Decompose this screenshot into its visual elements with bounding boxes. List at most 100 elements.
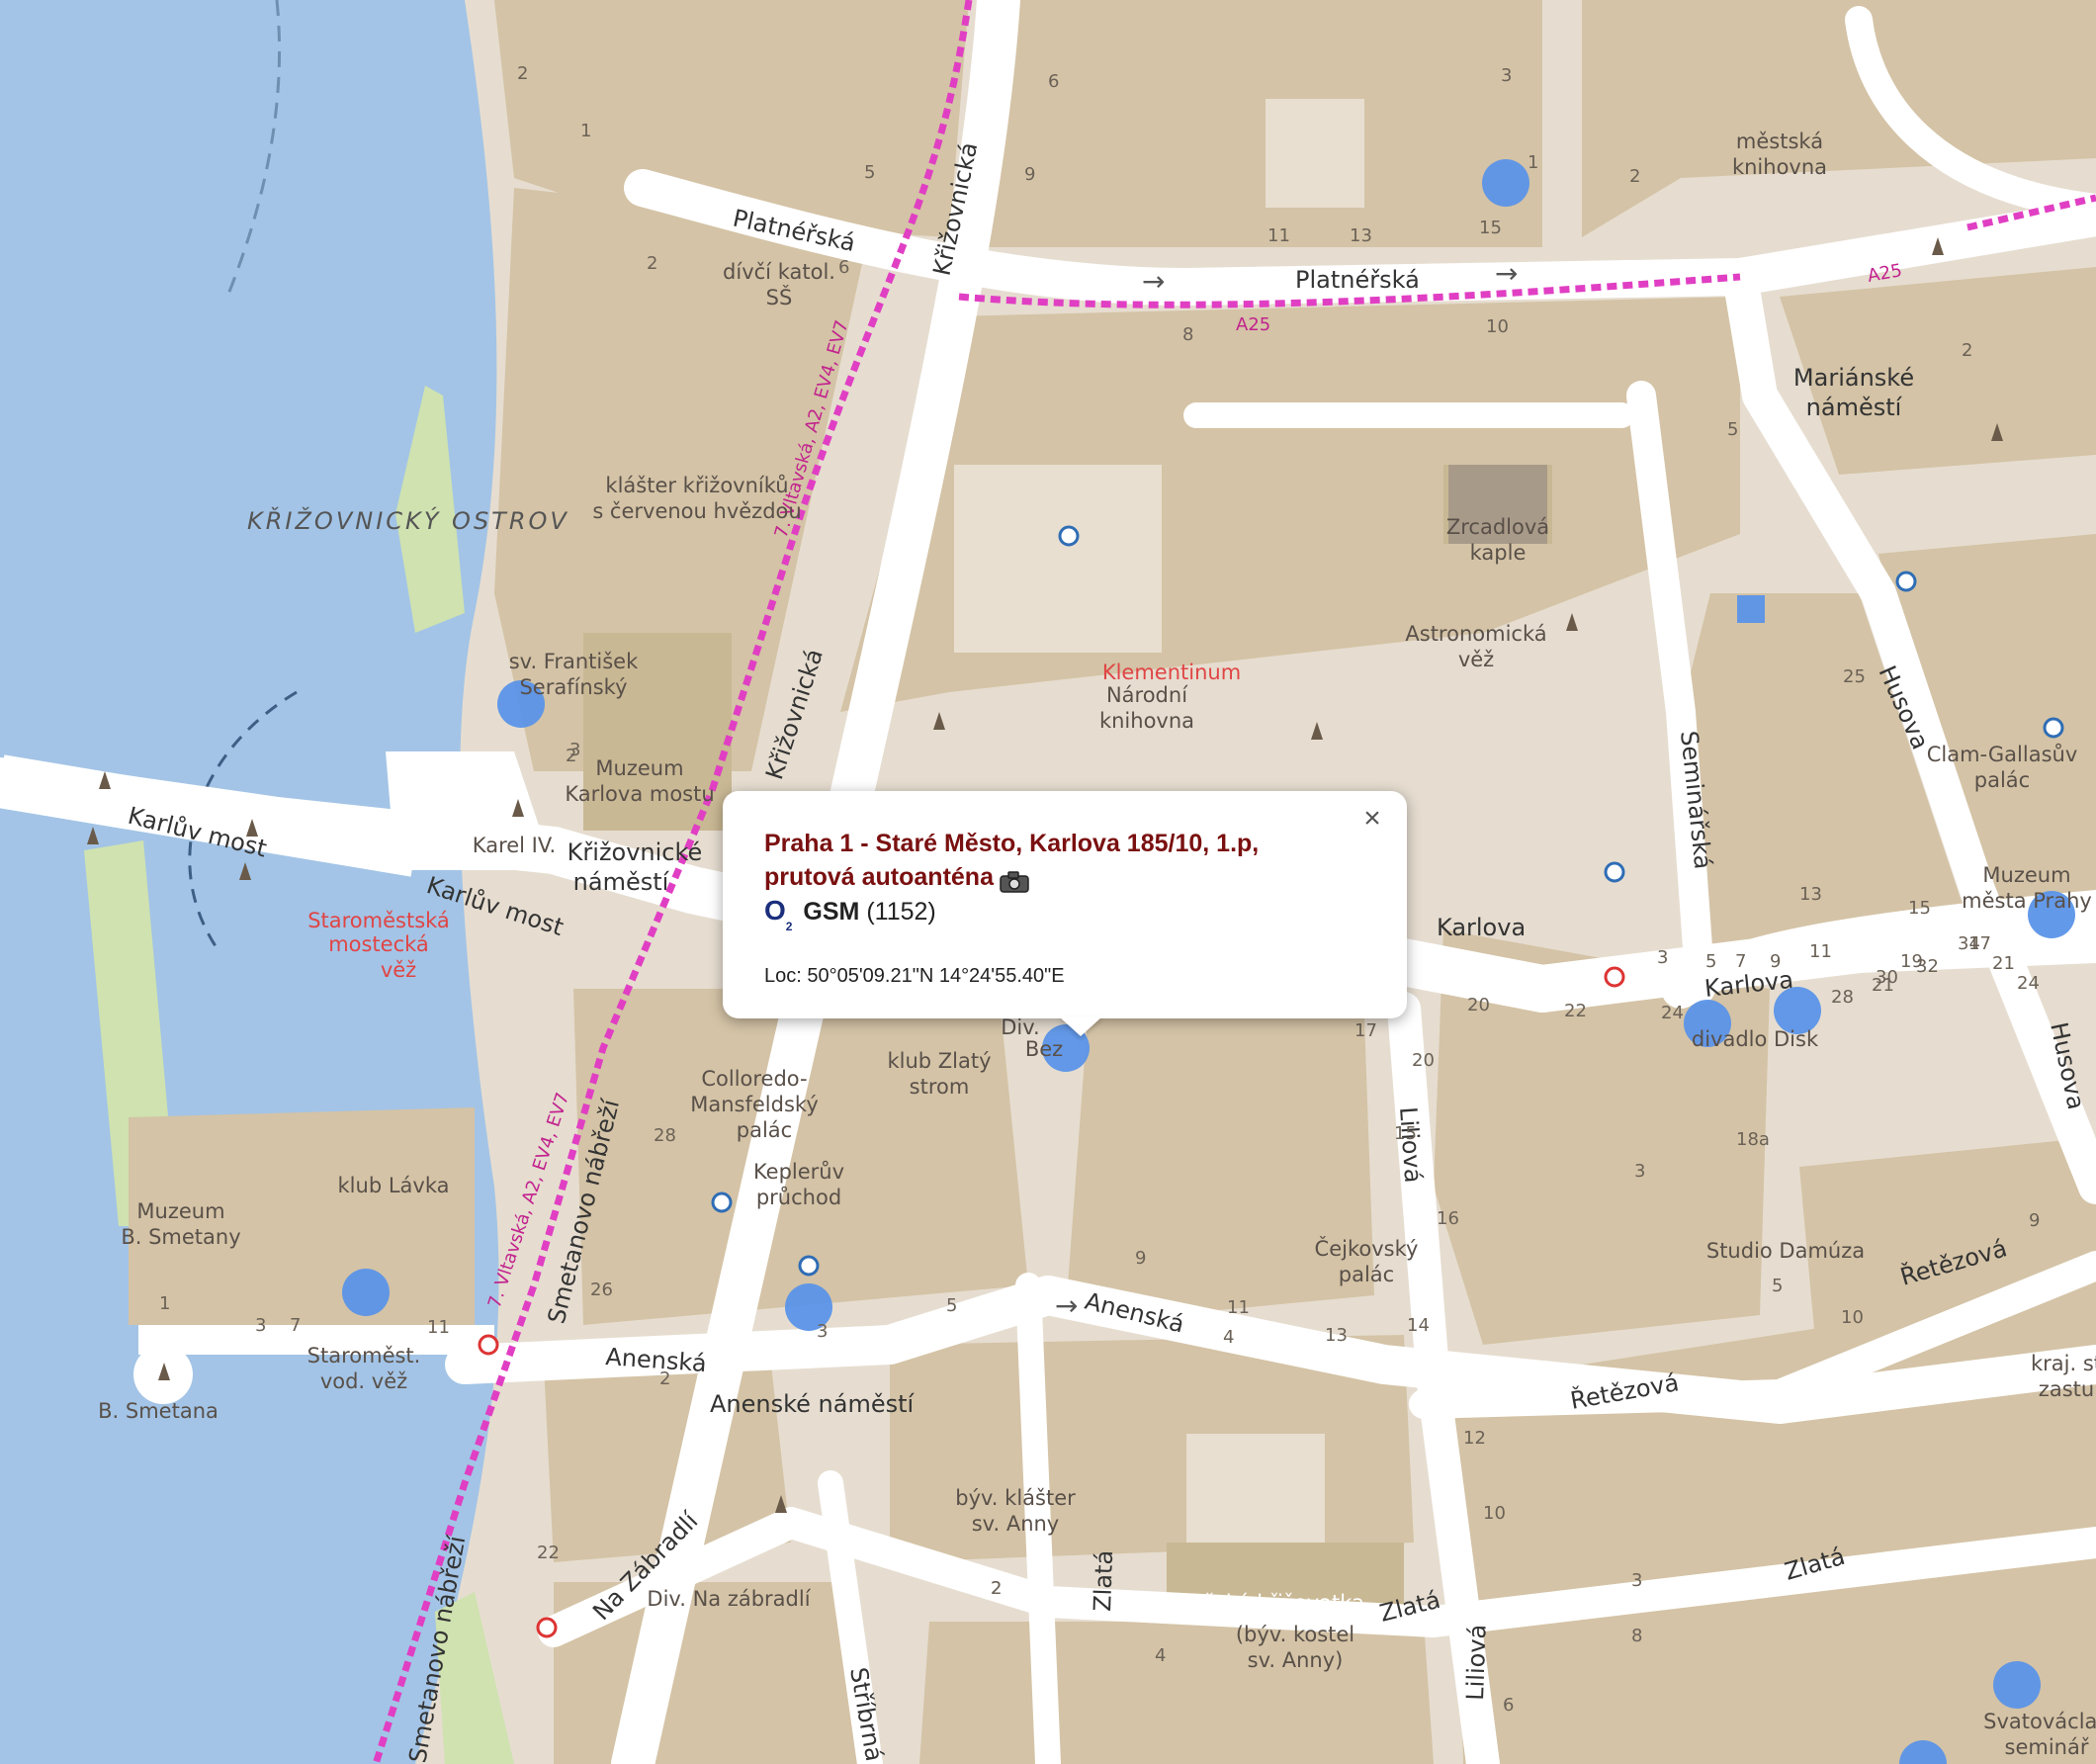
svg-text:2: 2 xyxy=(1962,340,1972,361)
svg-text:Platnéřská: Platnéřská xyxy=(1295,266,1420,294)
svg-text:Karel IV.: Karel IV. xyxy=(473,834,556,857)
svg-text:mostecká: mostecká xyxy=(328,932,429,956)
svg-text:Astronomická: Astronomická xyxy=(1405,622,1546,646)
label-krizovnicky-ostrov: KŘIŽOVNICKÝ OSTROV xyxy=(247,506,569,535)
antenna-info-popup: × Praha 1 - Staré Město, Karlova 185/10,… xyxy=(723,791,1407,1036)
svg-text:17: 17 xyxy=(1354,1020,1377,1041)
svg-text:Karlova mostu: Karlova mostu xyxy=(565,782,714,806)
svg-text:18a: 18a xyxy=(1736,1129,1770,1150)
svg-text:28: 28 xyxy=(1831,987,1854,1008)
svg-text:7: 7 xyxy=(1735,951,1746,972)
svg-text:26: 26 xyxy=(590,1279,613,1300)
svg-text:sv. František: sv. František xyxy=(509,650,639,673)
svg-text:7: 7 xyxy=(290,1315,301,1336)
poi-icon xyxy=(1604,861,1625,883)
svg-text:3: 3 xyxy=(1501,65,1512,86)
svg-text:knihovna: knihovna xyxy=(1099,709,1194,733)
svg-text:6: 6 xyxy=(1503,1695,1514,1716)
svg-text:10: 10 xyxy=(1483,1503,1506,1524)
svg-text:Pražská křižovatka: Pražská křižovatka xyxy=(1171,1591,1364,1615)
svg-text:9: 9 xyxy=(1024,164,1035,185)
svg-text:15: 15 xyxy=(1908,898,1931,919)
svg-text:Div. Na zábradlí: Div. Na zábradlí xyxy=(647,1587,811,1611)
svg-text:(býv. kostel: (býv. kostel xyxy=(1236,1623,1354,1646)
svg-text:4: 4 xyxy=(1155,1645,1166,1666)
svg-text:náměstí: náměstí xyxy=(1806,394,1903,421)
svg-text:věž: věž xyxy=(381,958,416,982)
network-count: (1152) xyxy=(866,898,936,926)
location-coordinates: Loc: 50°05'09.21"N 14°24'55.40"E xyxy=(764,965,1065,987)
svg-text:Keplerův: Keplerův xyxy=(753,1160,844,1184)
svg-text:palác: palác xyxy=(1339,1263,1394,1286)
svg-text:20: 20 xyxy=(1412,1050,1435,1071)
svg-text:2: 2 xyxy=(1629,166,1640,187)
svg-text:5: 5 xyxy=(1727,419,1738,440)
svg-text:13: 13 xyxy=(1350,225,1372,246)
svg-text:Muzeum: Muzeum xyxy=(595,756,683,780)
svg-text:1: 1 xyxy=(580,121,591,141)
svg-text:sv. Anny: sv. Anny xyxy=(972,1512,1060,1536)
svg-text:Muzeum: Muzeum xyxy=(1982,863,2070,887)
traffic-signal-icon xyxy=(1604,966,1625,988)
svg-text:11: 11 xyxy=(1227,1297,1250,1318)
svg-text:5: 5 xyxy=(1705,951,1716,972)
svg-text:Staroměst.: Staroměst. xyxy=(307,1344,421,1367)
svg-text:10: 10 xyxy=(1486,316,1509,337)
svg-text:10: 10 xyxy=(1841,1307,1864,1328)
svg-text:11: 11 xyxy=(1267,225,1290,246)
svg-text:palác: palác xyxy=(737,1118,792,1142)
svg-text:2: 2 xyxy=(659,1368,670,1389)
svg-text:Klementinum: Klementinum xyxy=(1102,661,1241,684)
svg-text:3: 3 xyxy=(255,1315,266,1336)
svg-text:9: 9 xyxy=(1770,951,1781,972)
svg-text:13: 13 xyxy=(1799,884,1822,905)
popup-pointer xyxy=(1059,1016,1102,1036)
poi-icon xyxy=(711,1191,733,1213)
svg-text:kaple: kaple xyxy=(1470,541,1527,565)
svg-text:B. Smetany: B. Smetany xyxy=(121,1225,240,1249)
svg-text:3: 3 xyxy=(1634,1161,1645,1182)
svg-text:5: 5 xyxy=(864,162,875,183)
svg-text:3: 3 xyxy=(569,740,580,760)
poi-icon xyxy=(798,1255,820,1277)
svg-text:15: 15 xyxy=(1479,218,1502,238)
svg-text:2: 2 xyxy=(647,253,657,274)
svg-text:14: 14 xyxy=(1407,1315,1430,1336)
camera-icon[interactable] xyxy=(1000,868,1029,894)
svg-text:21: 21 xyxy=(1992,953,2015,974)
svg-text:SŠ: SŠ xyxy=(766,285,793,309)
svg-text:Clam-Gallasův: Clam-Gallasův xyxy=(1927,743,2078,766)
svg-text:sv. Anny): sv. Anny) xyxy=(1248,1648,1344,1672)
svg-text:Serafínský: Serafínský xyxy=(519,675,627,699)
svg-text:Svatováclav: Svatováclav xyxy=(1983,1710,2096,1733)
svg-text:3: 3 xyxy=(1657,947,1668,968)
svg-text:Čejkovský: Čejkovský xyxy=(1315,1236,1419,1261)
svg-text:20: 20 xyxy=(1467,995,1490,1015)
svg-text:16: 16 xyxy=(1437,1208,1459,1229)
o2-logo-icon: O2 xyxy=(764,895,793,933)
one-way-arrow-icon: → xyxy=(1055,1289,1078,1322)
svg-text:Liliová: Liliová xyxy=(1394,1105,1427,1184)
close-icon[interactable]: × xyxy=(1357,799,1387,838)
svg-text:strom: strom xyxy=(910,1075,970,1099)
svg-text:kraj. st: kraj. st xyxy=(2031,1352,2096,1375)
traffic-signal-icon xyxy=(478,1334,499,1356)
svg-text:22: 22 xyxy=(1564,1001,1587,1021)
svg-text:2: 2 xyxy=(991,1578,1002,1599)
svg-text:býv. klášter: býv. klášter xyxy=(955,1486,1076,1510)
svg-text:Mansfeldský: Mansfeldský xyxy=(690,1093,819,1116)
marker-dot xyxy=(1482,159,1529,207)
svg-text:města Prahy: města Prahy xyxy=(1962,889,2092,913)
svg-text:4: 4 xyxy=(1223,1327,1234,1348)
svg-text:B. Smetana: B. Smetana xyxy=(98,1399,218,1423)
svg-text:3: 3 xyxy=(1631,1570,1642,1591)
svg-text:průchod: průchod xyxy=(756,1186,841,1209)
svg-text:13: 13 xyxy=(1325,1325,1348,1346)
svg-text:6: 6 xyxy=(1048,71,1059,92)
poi-icon xyxy=(2043,717,2064,739)
svg-text:knihovna: knihovna xyxy=(1732,155,1827,179)
svg-text:klášter křižovníků: klášter křižovníků xyxy=(605,474,788,497)
svg-text:5: 5 xyxy=(1772,1276,1783,1296)
svg-text:11: 11 xyxy=(427,1317,450,1338)
svg-text:3: 3 xyxy=(817,1321,828,1342)
